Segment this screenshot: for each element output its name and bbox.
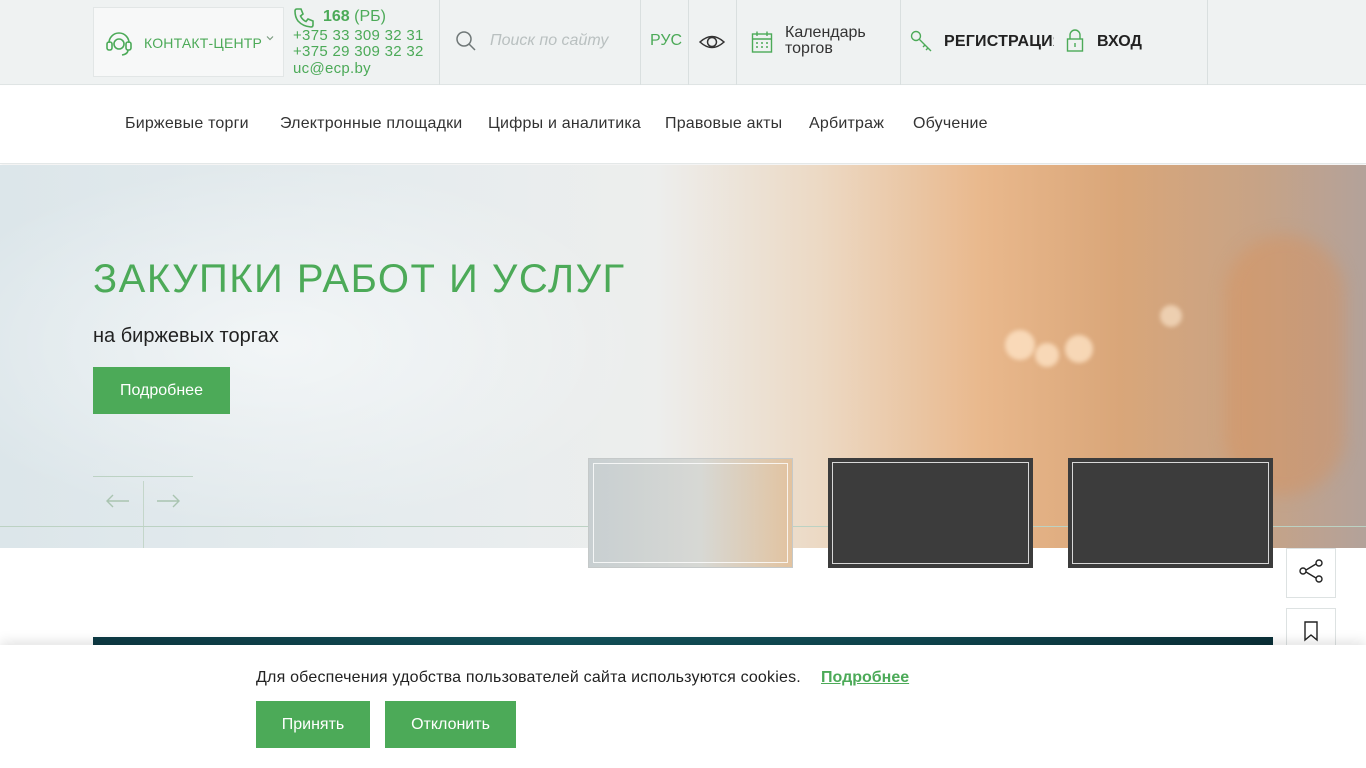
eye-icon[interactable] <box>698 32 726 57</box>
phone-line-1[interactable]: +375 33 309 32 31 <box>293 27 424 44</box>
share-icon <box>1298 558 1324 589</box>
bokeh-light <box>1005 330 1035 360</box>
thumbnail-frame <box>593 463 788 563</box>
decline-cookies-button[interactable]: Отклонить <box>385 701 516 748</box>
hero-subtitle: на биржевых торгах <box>93 325 279 347</box>
nav-item-electronic-platforms[interactable]: Электронные площадки <box>280 115 462 133</box>
arrow-left-icon[interactable] <box>103 487 133 515</box>
share-button[interactable] <box>1286 548 1336 598</box>
divider <box>640 0 641 85</box>
divider <box>1207 0 1208 85</box>
divider <box>900 0 901 85</box>
bookmark-icon <box>1302 620 1320 647</box>
slide-thumbnail-1[interactable] <box>588 458 793 568</box>
nav-item-arbitration[interactable]: Арбитраж <box>809 115 884 133</box>
cookie-message: Для обеспечения удобства пользователей с… <box>256 669 801 686</box>
search-input[interactable] <box>490 28 630 54</box>
divider <box>439 0 440 85</box>
contact-center-dropdown[interactable]: КОНТАКТ-ЦЕНТР <box>93 7 284 77</box>
thumbnail-frame <box>832 462 1029 564</box>
trading-calendar-link[interactable]: Календарь торгов <box>785 25 885 57</box>
divider <box>688 0 689 85</box>
helmet-shape <box>1225 235 1345 495</box>
hero-title: ЗАКУПКИ РАБОТ И УСЛУГ <box>93 257 626 301</box>
slide-thumbnail-2[interactable] <box>828 458 1033 568</box>
language-switch[interactable]: РУС <box>650 32 682 50</box>
nav-item-analytics[interactable]: Цифры и аналитика <box>488 115 641 133</box>
thumbnail-frame <box>1072 462 1269 564</box>
divider <box>143 481 144 548</box>
registration-link[interactable]: РЕГИСТРАЦИЯ <box>944 33 1054 51</box>
headset-icon <box>104 28 134 63</box>
nav-item-education[interactable]: Обучение <box>913 115 988 133</box>
search-icon[interactable] <box>455 30 477 57</box>
calendar-icon <box>751 30 773 59</box>
chevron-down-icon <box>265 33 275 46</box>
nav-item-legal-acts[interactable]: Правовые акты <box>665 115 782 133</box>
divider <box>736 0 737 85</box>
nav-item-exchange-trading[interactable]: Биржевые торги <box>125 115 249 133</box>
divider <box>93 476 193 477</box>
cookie-banner: Для обеспечения удобства пользователей с… <box>0 645 1366 768</box>
calendar-label-line1: Календарь <box>785 24 866 41</box>
email-link[interactable]: uc@ecp.by <box>293 60 371 77</box>
key-icon <box>910 30 934 59</box>
top-bar: КОНТАКТ-ЦЕНТР 168 (РБ) +375 33 309 32 31… <box>0 0 1366 85</box>
contact-center-label: КОНТАКТ-ЦЕНТР <box>144 35 263 51</box>
phone-line-2[interactable]: +375 29 309 32 32 <box>293 43 424 60</box>
arrow-right-icon[interactable] <box>153 487 183 515</box>
cookie-more-link[interactable]: Подробнее <box>821 669 909 687</box>
accept-cookies-button[interactable]: Принять <box>256 701 370 748</box>
slide-thumbnail-3[interactable] <box>1068 458 1273 568</box>
calendar-label-line2: торгов <box>785 40 833 57</box>
bokeh-light <box>1160 305 1182 327</box>
lock-icon <box>1066 29 1084 58</box>
hero-more-button[interactable]: Подробнее <box>93 367 230 414</box>
login-link[interactable]: ВХОД <box>1097 33 1142 51</box>
short-phone[interactable]: 168 (РБ) <box>323 8 386 26</box>
main-nav: Биржевые торги Электронные площадки Цифр… <box>0 86 1366 164</box>
bokeh-light <box>1035 343 1059 367</box>
bokeh-light <box>1065 335 1093 363</box>
